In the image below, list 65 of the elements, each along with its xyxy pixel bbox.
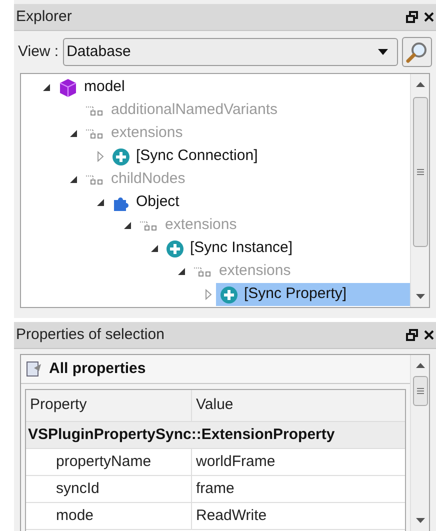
tree-item[interactable]: Object — [108, 191, 186, 214]
tree-item[interactable]: [Sync Connection] — [108, 145, 264, 168]
close-icon[interactable] — [424, 330, 434, 340]
grip-icon — [416, 169, 424, 175]
panel-title: Explorer — [16, 6, 73, 27]
group-label: VSPluginPropertySync::ExtensionProperty — [28, 424, 335, 445]
collapse-arrow-icon[interactable] — [148, 243, 160, 254]
tree-item-label: Object — [136, 192, 180, 212]
document-icon — [25, 360, 43, 378]
collapse-arrow-icon[interactable] — [94, 197, 106, 208]
restore-icon[interactable] — [406, 329, 418, 341]
search-icon — [406, 41, 428, 63]
list-icon — [85, 104, 105, 116]
tree-item-label: [Sync Property] — [244, 284, 347, 304]
scroll-down-icon[interactable] — [416, 518, 424, 524]
restore-icon[interactable] — [406, 11, 418, 23]
collapse-arrow-icon[interactable] — [40, 82, 52, 93]
column-header[interactable]: Property — [26, 390, 192, 421]
plus-circle-icon — [112, 148, 130, 166]
view-label: View : — [18, 42, 59, 62]
column-header[interactable]: Value — [192, 390, 405, 421]
list-icon — [85, 174, 105, 186]
scroll-up-icon[interactable] — [416, 81, 424, 87]
tree-item[interactable]: [Sync Instance] — [162, 237, 299, 260]
scrollbar[interactable] — [410, 355, 429, 531]
tree-item-label: extensions — [165, 215, 237, 236]
tree-item-label: childNodes — [111, 169, 186, 190]
tree-item-label: extensions — [111, 123, 183, 144]
property-cell: syncId — [26, 476, 192, 502]
collapse-arrow-icon[interactable] — [68, 174, 78, 185]
dropdown-caret-icon — [378, 49, 388, 55]
tree-item[interactable]: model — [54, 76, 131, 99]
tree-item-label: [Sync Instance] — [190, 238, 293, 258]
view-dropdown[interactable]: Database — [62, 38, 398, 66]
grip-icon — [416, 388, 424, 394]
search-button[interactable] — [402, 37, 432, 67]
cube-icon — [58, 78, 78, 98]
collapse-arrow-icon[interactable] — [122, 220, 132, 231]
value-cell-text: frame — [195, 478, 236, 499]
scrollbar[interactable] — [410, 74, 429, 307]
list-icon — [193, 266, 213, 278]
property-cell: mode — [26, 503, 192, 529]
scrollbar-thumb[interactable] — [412, 376, 428, 406]
close-icon[interactable] — [424, 12, 434, 22]
scroll-up-icon[interactable] — [416, 362, 424, 368]
property-cell: propertyName — [26, 449, 192, 475]
value-cell-text: ReadWrite — [195, 506, 268, 526]
list-icon — [85, 128, 105, 140]
plus-circle-icon — [220, 286, 238, 304]
collapse-arrow-icon[interactable] — [176, 266, 186, 277]
expand-arrow-icon[interactable] — [202, 289, 214, 300]
tree-item[interactable]: [Sync Property] — [216, 283, 410, 306]
scroll-down-icon[interactable] — [416, 294, 424, 300]
expand-arrow-icon[interactable] — [94, 151, 106, 162]
value-cell-text: worldFrame — [195, 452, 276, 472]
scrollbar-thumb[interactable] — [412, 97, 428, 247]
plus-circle-icon — [166, 240, 184, 258]
tree-item-label: additionalNamedVariants — [111, 100, 278, 120]
tree-item-label: extensions — [219, 261, 291, 282]
collapse-arrow-icon[interactable] — [68, 128, 78, 139]
panel-title: Properties of selection — [16, 324, 166, 345]
tree-item-label: model — [84, 77, 125, 98]
section-title: All properties — [49, 358, 146, 379]
tree-item-label: [Sync Connection] — [136, 146, 258, 166]
list-icon — [139, 220, 159, 232]
